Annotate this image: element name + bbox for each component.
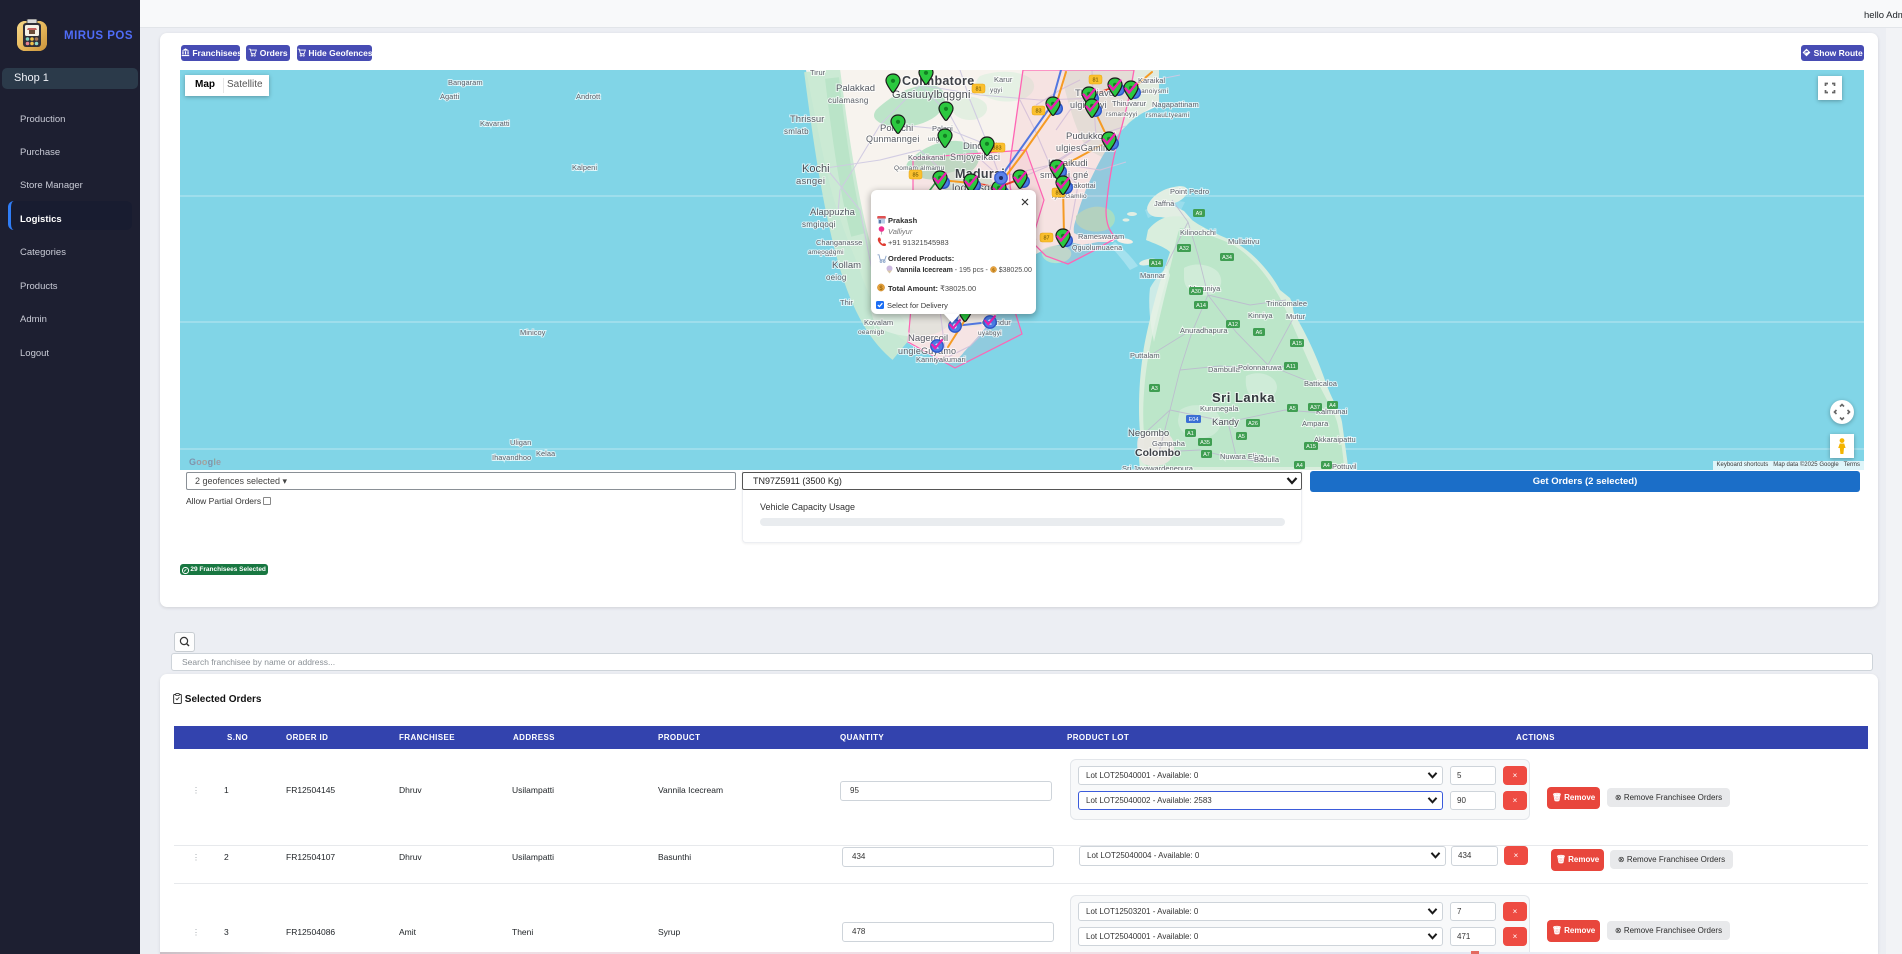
svg-text:Jaffna: Jaffna: [1154, 199, 1175, 208]
svg-text:A15: A15: [1292, 341, 1302, 347]
svg-text:Kinniya: Kinniya: [1248, 311, 1273, 320]
svg-text:Palakkad: Palakkad: [836, 83, 875, 94]
svg-text:Karaikal: Karaikal: [1138, 76, 1165, 85]
svg-text:Minicoy: Minicoy: [520, 328, 546, 337]
svg-text:Nagapattinam: Nagapattinam: [1152, 100, 1199, 109]
svg-text:A6: A6: [1256, 330, 1263, 336]
svg-text:Kalpeni: Kalpeni: [572, 163, 597, 172]
svg-text:A1: A1: [1187, 431, 1194, 437]
svg-text:Kochi: Kochi: [802, 163, 830, 175]
svg-text:Kodaikanal: Kodaikanal: [908, 153, 945, 162]
svg-text:Dambulla: Dambulla: [1208, 365, 1241, 374]
svg-text:rsmauLtyeami: rsmauLtyeami: [1146, 112, 1189, 119]
svg-text:Sri Jayawardenepura: Sri Jayawardenepura: [1122, 464, 1194, 470]
svg-text:Gampaha: Gampaha: [1152, 439, 1186, 448]
svg-text:Puttalam: Puttalam: [1130, 351, 1160, 360]
svg-text:rsmanoyyi: rsmanoyyi: [1106, 111, 1137, 118]
svg-text:Thiruvarur: Thiruvarur: [1112, 99, 1147, 108]
svg-text:Alappuzha: Alappuzha: [810, 207, 856, 218]
svg-text:A14: A14: [1196, 303, 1206, 309]
svg-text:Kandy: Kandy: [1212, 417, 1239, 428]
svg-text:A12: A12: [1228, 322, 1238, 328]
svg-text:ameoodqmi: ameoodqmi: [808, 249, 844, 256]
svg-text:A37: A37: [1310, 405, 1320, 411]
svg-text:Agatti: Agatti: [440, 92, 460, 101]
svg-text:Negombo: Negombo: [1128, 428, 1169, 439]
svg-text:A5: A5: [1238, 434, 1245, 440]
svg-text:Karur: Karur: [994, 75, 1013, 84]
svg-text:Mutur: Mutur: [1286, 312, 1306, 321]
svg-text:asngei: asngei: [796, 176, 825, 187]
svg-text:Changanasse: Changanasse: [816, 238, 862, 247]
svg-text:A32: A32: [1179, 246, 1189, 252]
svg-text:Badulla: Badulla: [1254, 455, 1280, 464]
svg-text:A35: A35: [1200, 440, 1210, 446]
svg-text:Colombo: Colombo: [1135, 447, 1181, 459]
svg-text:A5: A5: [1289, 406, 1296, 412]
svg-text:Kanniyakumari: Kanniyakumari: [916, 355, 966, 364]
svg-text:Gasiuuylbqggni: Gasiuuylbqggni: [892, 89, 971, 101]
svg-text:Coimbatore: Coimbatore: [902, 74, 974, 88]
svg-text:A26: A26: [1248, 421, 1258, 427]
svg-text:Bangaram: Bangaram: [448, 78, 483, 87]
svg-text:Qguolumuaena: Qguolumuaena: [1072, 245, 1122, 252]
svg-text:Kurunegala: Kurunegala: [1200, 404, 1239, 413]
svg-text:A34: A34: [1222, 255, 1232, 261]
svg-text:Tirur: Tirur: [810, 70, 826, 77]
svg-text:85: 85: [912, 173, 918, 179]
svg-text:83: 83: [1035, 109, 1041, 115]
svg-text:Smjoyeikaci: Smjoyeikaci: [950, 152, 1000, 162]
svg-text:A14: A14: [1151, 261, 1161, 267]
svg-text:Kelaa: Kelaa: [536, 449, 556, 458]
svg-text:Mannar: Mannar: [1140, 271, 1166, 280]
svg-text:Kollam: Kollam: [832, 260, 861, 271]
svg-text:A4: A4: [1323, 463, 1330, 469]
svg-text:culamasng: culamasng: [828, 96, 869, 105]
svg-text:Ampara: Ampara: [1302, 419, 1329, 428]
svg-text:Kovalam: Kovalam: [864, 318, 893, 327]
svg-text:Pottuvil: Pottuvil: [1332, 462, 1357, 470]
svg-text:Qunmanngei: Qunmanngei: [866, 134, 920, 144]
svg-text:oeamigb: oeamigb: [858, 329, 885, 336]
svg-text:A9: A9: [1196, 211, 1203, 217]
svg-text:uyabgyi: uyabgyi: [978, 330, 1002, 337]
svg-text:oeiog: oeiog: [826, 273, 847, 282]
svg-text:87: 87: [1043, 236, 1049, 242]
svg-text:Ihavandhoo: Ihavandhoo: [492, 453, 531, 462]
svg-text:Sri Lanka: Sri Lanka: [1212, 390, 1275, 405]
svg-text:Rameswaram: Rameswaram: [1078, 232, 1124, 241]
svg-text:Andrott: Andrott: [576, 92, 601, 101]
svg-text:Akkaraipattu: Akkaraipattu: [1314, 435, 1356, 444]
svg-text:ungieGuyamo: ungieGuyamo: [898, 346, 956, 356]
svg-text:Batticaloa: Batticaloa: [1304, 379, 1338, 388]
svg-text:A4: A4: [1296, 463, 1303, 469]
svg-text:A30: A30: [1191, 289, 1201, 295]
svg-text:A11: A11: [1286, 364, 1295, 370]
svg-text:Polonnaruwa: Polonnaruwa: [1238, 363, 1283, 372]
svg-text:Thrissur: Thrissur: [790, 114, 824, 125]
svg-text:A7: A7: [1203, 452, 1210, 458]
svg-text:A15: A15: [1306, 444, 1316, 450]
svg-text:81: 81: [975, 87, 981, 93]
svg-text:$: $: [992, 268, 995, 273]
svg-text:smlatb: smlatb: [784, 127, 809, 136]
svg-text:Mullaitivu: Mullaitivu: [1228, 237, 1259, 246]
svg-text:A4: A4: [1329, 403, 1336, 409]
svg-text:Kavaratti: Kavaratti: [480, 119, 510, 128]
svg-text:81: 81: [1092, 78, 1098, 84]
svg-text:Trincomalee: Trincomalee: [1266, 299, 1307, 308]
svg-text:Kilinochchi: Kilinochchi: [1180, 228, 1216, 237]
svg-text:A3: A3: [1151, 386, 1158, 392]
svg-text:E04: E04: [1189, 417, 1199, 423]
svg-text:ygyi: ygyi: [990, 87, 1002, 94]
svg-text:Uligan: Uligan: [510, 438, 531, 447]
svg-text:Point Pedro: Point Pedro: [1170, 187, 1209, 196]
svg-text:Thir: Thir: [840, 298, 853, 307]
svg-text:smgiqoqi: smgiqoqi: [802, 220, 836, 229]
svg-text:Anuradhapura: Anuradhapura: [1180, 326, 1228, 335]
